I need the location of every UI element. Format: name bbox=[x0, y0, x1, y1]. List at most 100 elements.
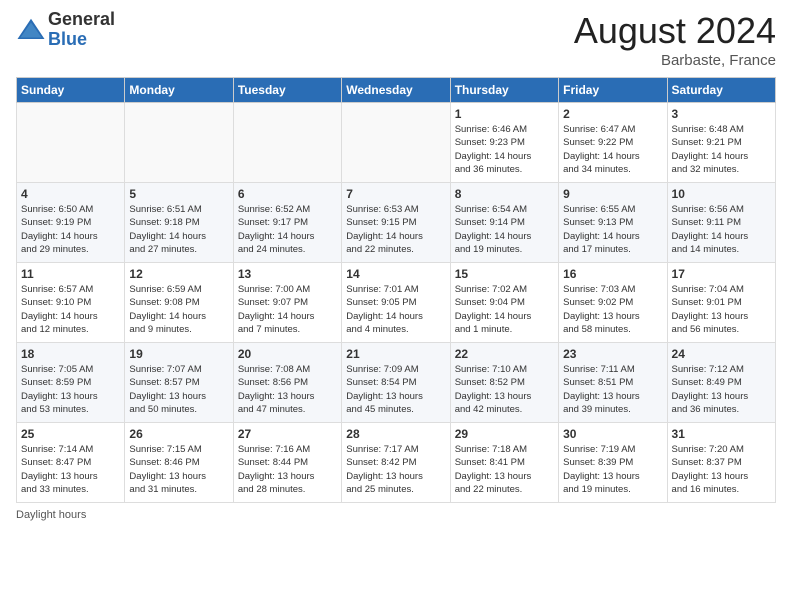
title-block: August 2024 Barbaste, France bbox=[574, 10, 776, 69]
calendar-cell: 3 Sunrise: 6:48 AM Sunset: 9:21 PM Daylig… bbox=[667, 103, 775, 183]
day-info: Sunrise: 7:09 AM Sunset: 8:54 PM Dayligh… bbox=[346, 363, 445, 416]
calendar-week-1: 4Sunrise: 6:50 AM Sunset: 9:19 PM Daylig… bbox=[17, 183, 776, 263]
calendar-cell: 20 Sunrise: 7:08 AM Sunset: 8:56 PM Dayli… bbox=[233, 343, 341, 423]
day-number: 23 bbox=[563, 347, 662, 361]
day-info: Sunrise: 7:15 AM Sunset: 8:46 PM Dayligh… bbox=[129, 443, 228, 496]
calendar-cell: 31Sunrise: 7:20 AM Sunset: 8:37 PM Dayli… bbox=[667, 423, 775, 503]
daylight-label: Daylight hours bbox=[16, 509, 86, 521]
day-info: Sunrise: 7:16 AM Sunset: 8:44 PM Dayligh… bbox=[238, 443, 337, 496]
day-number: 4 bbox=[21, 187, 120, 201]
day-info: Sunrise: 7:00 AM Sunset: 9:07 PM Dayligh… bbox=[238, 283, 337, 336]
calendar-cell bbox=[125, 103, 233, 183]
calendar-cell: 28 Sunrise: 7:17 AM Sunset: 8:42 PM Dayli… bbox=[342, 423, 450, 503]
calendar-week-3: 18 Sunrise: 7:05 AM Sunset: 8:59 PM Dayli… bbox=[17, 343, 776, 423]
day-info: Sunrise: 6:48 AM Sunset: 9:21 PM Dayligh… bbox=[672, 123, 771, 176]
day-info: Sunrise: 6:53 AM Sunset: 9:15 PM Dayligh… bbox=[346, 203, 445, 256]
page: General Blue August 2024 Barbaste, Franc… bbox=[0, 0, 792, 612]
day-number: 6 bbox=[238, 187, 337, 201]
calendar-cell: 23 Sunrise: 7:11 AM Sunset: 8:51 PM Dayli… bbox=[559, 343, 667, 423]
day-number: 9 bbox=[563, 187, 662, 201]
calendar-body: 1Sunrise: 6:46 AM Sunset: 9:23 PM Daylig… bbox=[17, 103, 776, 503]
logo-icon bbox=[16, 15, 46, 45]
day-info: Sunrise: 7:10 AM Sunset: 8:52 PM Dayligh… bbox=[455, 363, 554, 416]
calendar-cell: 26 Sunrise: 7:15 AM Sunset: 8:46 PM Dayli… bbox=[125, 423, 233, 503]
calendar-cell: 6Sunrise: 6:52 AM Sunset: 9:17 PM Daylig… bbox=[233, 183, 341, 263]
day-info: Sunrise: 6:55 AM Sunset: 9:13 PM Dayligh… bbox=[563, 203, 662, 256]
day-info: Sunrise: 6:56 AM Sunset: 9:11 PM Dayligh… bbox=[672, 203, 771, 256]
calendar-cell bbox=[342, 103, 450, 183]
day-info: Sunrise: 7:14 AM Sunset: 8:47 PM Dayligh… bbox=[21, 443, 120, 496]
day-info: Sunrise: 7:03 AM Sunset: 9:02 PM Dayligh… bbox=[563, 283, 662, 336]
calendar-cell: 4Sunrise: 6:50 AM Sunset: 9:19 PM Daylig… bbox=[17, 183, 125, 263]
day-number: 8 bbox=[455, 187, 554, 201]
day-info: Sunrise: 7:05 AM Sunset: 8:59 PM Dayligh… bbox=[21, 363, 120, 416]
day-number: 20 bbox=[238, 347, 337, 361]
header-saturday: Saturday bbox=[667, 78, 775, 103]
day-info: Sunrise: 7:04 AM Sunset: 9:01 PM Dayligh… bbox=[672, 283, 771, 336]
logo-general-text: General bbox=[48, 10, 115, 30]
calendar-cell: 24Sunrise: 7:12 AM Sunset: 8:49 PM Dayli… bbox=[667, 343, 775, 423]
day-number: 27 bbox=[238, 427, 337, 441]
calendar-cell: 25 Sunrise: 7:14 AM Sunset: 8:47 PM Dayli… bbox=[17, 423, 125, 503]
day-info: Sunrise: 6:46 AM Sunset: 9:23 PM Dayligh… bbox=[455, 123, 554, 176]
day-number: 28 bbox=[346, 427, 445, 441]
day-info: Sunrise: 7:11 AM Sunset: 8:51 PM Dayligh… bbox=[563, 363, 662, 416]
calendar-cell: 8 Sunrise: 6:54 AM Sunset: 9:14 PM Daylig… bbox=[450, 183, 558, 263]
calendar-cell bbox=[17, 103, 125, 183]
day-info: Sunrise: 7:08 AM Sunset: 8:56 PM Dayligh… bbox=[238, 363, 337, 416]
header-tuesday: Tuesday bbox=[233, 78, 341, 103]
header-thursday: Thursday bbox=[450, 78, 558, 103]
day-info: Sunrise: 6:47 AM Sunset: 9:22 PM Dayligh… bbox=[563, 123, 662, 176]
calendar-cell: 5Sunrise: 6:51 AM Sunset: 9:18 PM Daylig… bbox=[125, 183, 233, 263]
day-info: Sunrise: 7:19 AM Sunset: 8:39 PM Dayligh… bbox=[563, 443, 662, 496]
header-friday: Friday bbox=[559, 78, 667, 103]
calendar-cell: 10 Sunrise: 6:56 AM Sunset: 9:11 PM Dayli… bbox=[667, 183, 775, 263]
day-number: 21 bbox=[346, 347, 445, 361]
day-number: 24 bbox=[672, 347, 771, 361]
calendar-table: Sunday Monday Tuesday Wednesday Thursday… bbox=[16, 77, 776, 503]
logo-text: General Blue bbox=[48, 10, 115, 50]
calendar-cell: 18 Sunrise: 7:05 AM Sunset: 8:59 PM Dayli… bbox=[17, 343, 125, 423]
day-number: 26 bbox=[129, 427, 228, 441]
calendar-cell: 19Sunrise: 7:07 AM Sunset: 8:57 PM Dayli… bbox=[125, 343, 233, 423]
calendar-cell bbox=[233, 103, 341, 183]
day-info: Sunrise: 7:17 AM Sunset: 8:42 PM Dayligh… bbox=[346, 443, 445, 496]
footer: Daylight hours bbox=[16, 509, 776, 521]
weekday-header-row: Sunday Monday Tuesday Wednesday Thursday… bbox=[17, 78, 776, 103]
calendar-cell: 22 Sunrise: 7:10 AM Sunset: 8:52 PM Dayli… bbox=[450, 343, 558, 423]
calendar-cell: 12Sunrise: 6:59 AM Sunset: 9:08 PM Dayli… bbox=[125, 263, 233, 343]
day-number: 25 bbox=[21, 427, 120, 441]
header-monday: Monday bbox=[125, 78, 233, 103]
calendar-cell: 7 Sunrise: 6:53 AM Sunset: 9:15 PM Daylig… bbox=[342, 183, 450, 263]
logo: General Blue bbox=[16, 10, 115, 50]
day-number: 7 bbox=[346, 187, 445, 201]
calendar-cell: 29Sunrise: 7:18 AM Sunset: 8:41 PM Dayli… bbox=[450, 423, 558, 503]
day-number: 30 bbox=[563, 427, 662, 441]
calendar-cell: 27 Sunrise: 7:16 AM Sunset: 8:44 PM Dayli… bbox=[233, 423, 341, 503]
day-info: Sunrise: 7:01 AM Sunset: 9:05 PM Dayligh… bbox=[346, 283, 445, 336]
day-info: Sunrise: 6:51 AM Sunset: 9:18 PM Dayligh… bbox=[129, 203, 228, 256]
calendar-cell: 21 Sunrise: 7:09 AM Sunset: 8:54 PM Dayli… bbox=[342, 343, 450, 423]
day-number: 2 bbox=[563, 107, 662, 121]
calendar-week-0: 1Sunrise: 6:46 AM Sunset: 9:23 PM Daylig… bbox=[17, 103, 776, 183]
day-info: Sunrise: 6:59 AM Sunset: 9:08 PM Dayligh… bbox=[129, 283, 228, 336]
calendar-cell: 30 Sunrise: 7:19 AM Sunset: 8:39 PM Dayli… bbox=[559, 423, 667, 503]
day-number: 17 bbox=[672, 267, 771, 281]
day-number: 18 bbox=[21, 347, 120, 361]
header: General Blue August 2024 Barbaste, Franc… bbox=[16, 10, 776, 69]
day-info: Sunrise: 7:18 AM Sunset: 8:41 PM Dayligh… bbox=[455, 443, 554, 496]
day-number: 22 bbox=[455, 347, 554, 361]
day-number: 10 bbox=[672, 187, 771, 201]
location: Barbaste, France bbox=[574, 52, 776, 69]
month-title: August 2024 bbox=[574, 10, 776, 52]
day-number: 15 bbox=[455, 267, 554, 281]
calendar-cell: 2 Sunrise: 6:47 AM Sunset: 9:22 PM Daylig… bbox=[559, 103, 667, 183]
day-number: 19 bbox=[129, 347, 228, 361]
calendar-week-2: 11Sunrise: 6:57 AM Sunset: 9:10 PM Dayli… bbox=[17, 263, 776, 343]
calendar-week-4: 25 Sunrise: 7:14 AM Sunset: 8:47 PM Dayli… bbox=[17, 423, 776, 503]
day-info: Sunrise: 6:54 AM Sunset: 9:14 PM Dayligh… bbox=[455, 203, 554, 256]
day-number: 16 bbox=[563, 267, 662, 281]
day-number: 11 bbox=[21, 267, 120, 281]
day-number: 3 bbox=[672, 107, 771, 121]
calendar-cell: 16 Sunrise: 7:03 AM Sunset: 9:02 PM Dayli… bbox=[559, 263, 667, 343]
